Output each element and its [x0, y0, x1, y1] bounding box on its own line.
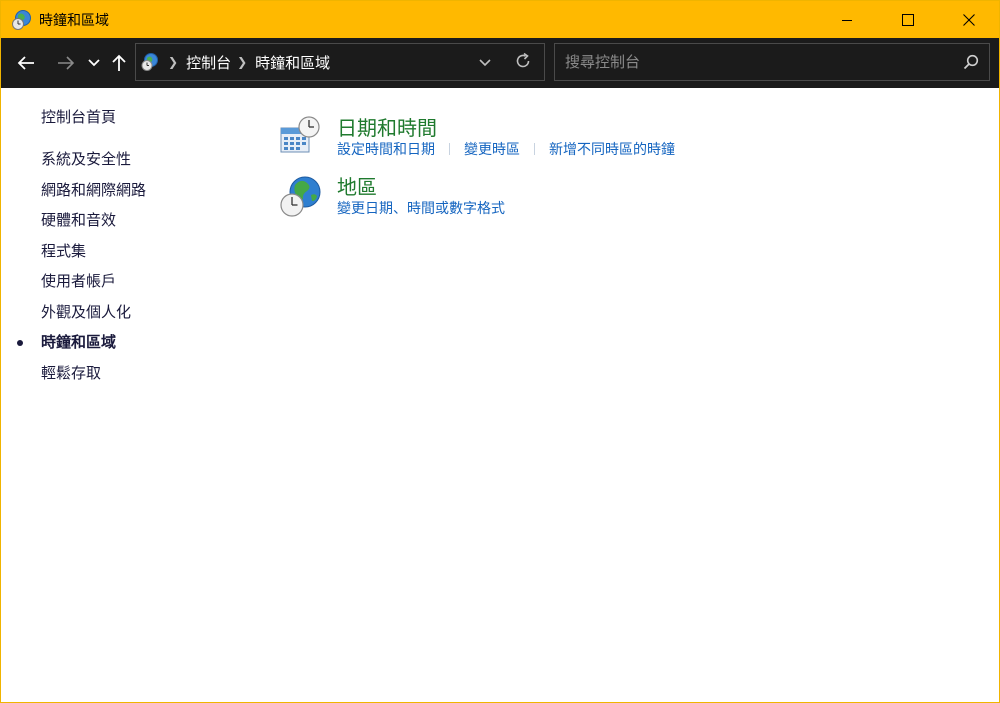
breadcrumb-separator-icon: ❯	[237, 55, 248, 69]
chevron-down-icon	[88, 59, 100, 67]
close-icon	[962, 13, 975, 26]
up-button[interactable]	[107, 38, 131, 88]
globe-clock-icon	[11, 8, 35, 32]
sidebar-item-label: 系統及安全性	[41, 150, 132, 168]
control-panel-icon	[138, 50, 162, 74]
category-links: 變更日期、時間或數字格式	[337, 198, 505, 218]
navigation-bar: ❯ 控制台 ❯ 時鐘和區域	[1, 38, 999, 88]
breadcrumb-separator-icon: ❯	[168, 55, 179, 69]
sidebar-item-label: 硬體和音效	[41, 211, 117, 229]
maximize-button[interactable]	[877, 1, 938, 38]
sidebar-item-hardware-sound[interactable]: 硬體和音效	[1, 209, 146, 240]
category-title-region[interactable]: 地區	[337, 171, 377, 200]
forward-button[interactable]	[51, 38, 81, 88]
link-change-formats[interactable]: 變更日期、時間或數字格式	[337, 198, 505, 218]
breadcrumb-control-panel[interactable]: 控制台	[186, 52, 231, 73]
minimize-icon	[841, 19, 852, 21]
address-bar[interactable]: ❯ 控制台 ❯ 時鐘和區域	[135, 43, 545, 81]
sidebar-item-label: 使用者帳戶	[41, 272, 117, 290]
category-title-date-time[interactable]: 日期和時間	[337, 112, 437, 141]
up-arrow-icon	[112, 54, 126, 71]
sidebar-list: 系統及安全性 網路和網際網路 硬體和音效 程式集 使用者帳戶 外觀及個人化 時鐘…	[1, 148, 146, 392]
recent-locations-button[interactable]	[85, 38, 103, 88]
close-button[interactable]	[938, 1, 999, 38]
back-arrow-icon	[17, 56, 34, 70]
search-input[interactable]	[565, 53, 945, 71]
sidebar-item-label: 輕鬆存取	[41, 363, 102, 382]
forward-arrow-icon	[58, 56, 75, 70]
chevron-down-icon	[479, 59, 491, 67]
back-button[interactable]	[11, 38, 41, 88]
sidebar-item-label: 外觀及個人化	[41, 302, 132, 321]
search-box[interactable]	[554, 43, 990, 81]
search-icon[interactable]	[963, 54, 979, 74]
sidebar-item-programs[interactable]: 程式集	[1, 240, 146, 271]
link-divider	[449, 143, 450, 155]
minimize-button[interactable]	[816, 1, 877, 38]
sidebar-item-label: 網路和網際網路	[41, 180, 147, 199]
sidebar-item-appearance[interactable]: 外觀及個人化	[1, 301, 146, 332]
sidebar-item-network[interactable]: 網路和網際網路	[1, 179, 146, 210]
address-dropdown-button[interactable]	[478, 54, 492, 73]
category-links: 設定時間和日期 變更時區 新增不同時區的時鐘	[337, 139, 675, 159]
window-title: 時鐘和區域	[39, 12, 109, 29]
control-panel-window: 時鐘和區域 ❯ 控制台 ❯ 時鐘和區域 搜尋控制台 控制台首頁 系統及安全性 網…	[0, 0, 1000, 703]
maximize-icon	[901, 13, 914, 26]
sidebar-item-label: 程式集	[41, 241, 87, 260]
calendar-clock-icon[interactable]	[279, 114, 327, 162]
breadcrumb-clock-region[interactable]: 時鐘和區域	[255, 52, 330, 73]
sidebar-item-security[interactable]: 系統及安全性	[1, 148, 146, 179]
sidebar-home-link[interactable]: 控制台首頁	[41, 106, 116, 127]
sidebar-item-label: 時鐘和區域	[41, 333, 117, 351]
sidebar-item-clock-region[interactable]: 時鐘和區域	[1, 331, 146, 362]
refresh-icon	[516, 52, 530, 68]
link-divider	[534, 143, 535, 155]
link-set-time-date[interactable]: 設定時間和日期	[337, 139, 435, 159]
link-add-clocks[interactable]: 新增不同時區的時鐘	[549, 139, 675, 159]
title-bar[interactable]: 時鐘和區域	[1, 1, 999, 38]
sidebar-item-ease-of-access[interactable]: 輕鬆存取	[1, 362, 146, 393]
active-bullet-icon	[17, 340, 23, 346]
refresh-button[interactable]	[514, 52, 532, 74]
globe-clock-icon[interactable]	[279, 173, 327, 221]
link-change-time-zone[interactable]: 變更時區	[464, 139, 520, 159]
sidebar-item-user-accounts[interactable]: 使用者帳戶	[1, 270, 146, 301]
